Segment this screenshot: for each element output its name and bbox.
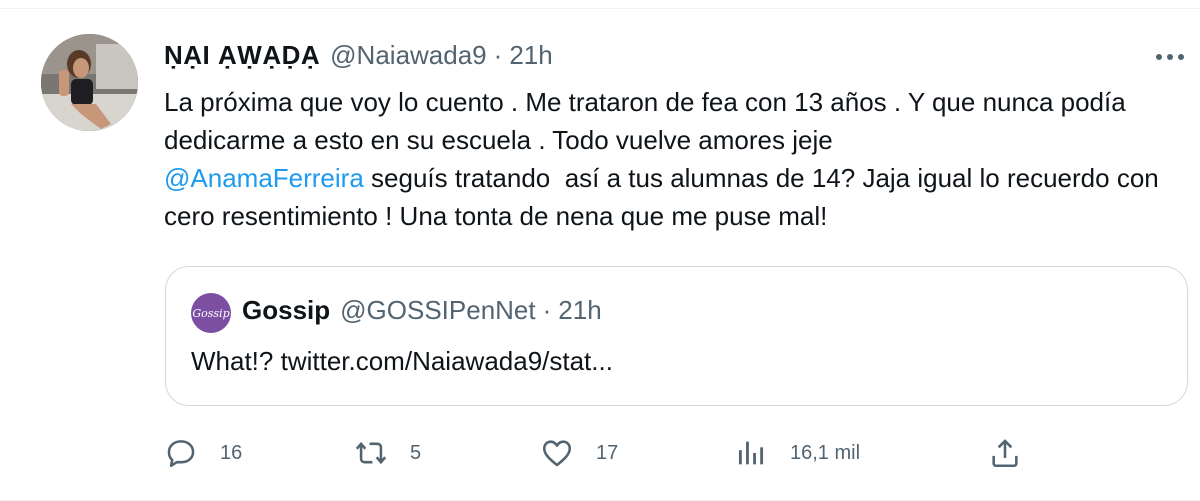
quote-separator-dot: · <box>542 295 552 325</box>
share-icon <box>988 436 1022 470</box>
author-name[interactable]: ṆẠI ẠẈẠḌẠ <box>164 40 320 71</box>
reply-count: 16 <box>220 441 243 464</box>
like-count: 17 <box>596 441 619 464</box>
author-handle[interactable]: @Naiawada9 <box>330 40 486 71</box>
reply-button[interactable]: 16 <box>164 430 242 476</box>
separator-dot: · <box>493 39 503 70</box>
avatar[interactable] <box>41 34 138 131</box>
views-icon <box>734 436 768 470</box>
tweet-text: La próxima que voy lo cuento . Me tratar… <box>164 83 1174 235</box>
reply-icon <box>164 436 198 470</box>
quote-text: What!? twitter.com/Naiawada9/stat... <box>191 346 613 376</box>
tweet-header: ṆẠI ẠẈẠḌẠ @Naiawada9 · 21h <box>164 38 553 72</box>
action-bar: 16 5 17 16,1 mil <box>164 430 1194 476</box>
retweet-button[interactable]: 5 <box>354 430 421 476</box>
retweet-count: 5 <box>410 441 422 464</box>
divider <box>0 8 1200 9</box>
quote-author-name: Gossip <box>242 295 331 325</box>
timestamp[interactable]: 21h <box>509 40 552 71</box>
quote-timestamp: 21h <box>558 295 602 325</box>
quote-avatar-text: Gossip <box>192 306 230 320</box>
share-button[interactable] <box>988 430 1022 476</box>
tweet[interactable]: ṆẠI ẠẈẠḌẠ @Naiawada9 · 21h La próxima qu… <box>0 0 1200 501</box>
mention-link[interactable]: @AnamaFerreira <box>164 163 364 193</box>
views-count: 16,1 mil <box>790 441 861 464</box>
quote-header: Gossip @GOSSIPenNet · 21h <box>242 295 602 326</box>
like-button[interactable]: 17 <box>540 430 618 476</box>
quote-avatar[interactable]: Gossip <box>191 293 231 333</box>
tweet-text-part1: La próxima que voy lo cuento . Me tratar… <box>164 87 1126 155</box>
quoted-tweet[interactable]: Gossip Gossip @GOSSIPenNet · 21h What!? … <box>165 266 1188 406</box>
more-icon <box>1155 48 1185 66</box>
like-icon <box>540 436 574 470</box>
more-button[interactable] <box>1150 42 1190 72</box>
retweet-icon <box>354 436 388 470</box>
views-button[interactable]: 16,1 mil <box>734 430 860 476</box>
quote-author-handle: @GOSSIPenNet <box>340 295 536 325</box>
